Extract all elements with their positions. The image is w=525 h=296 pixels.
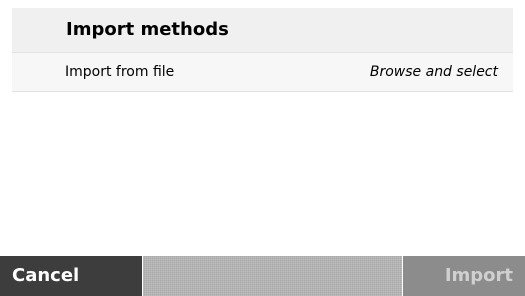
import-button[interactable]: Import xyxy=(402,256,525,296)
section-header: Import methods xyxy=(12,8,513,52)
import-dialog: Import methods Import from file Browse a… xyxy=(0,0,525,296)
section-title: Import methods xyxy=(66,19,229,40)
import-from-file-row[interactable]: Import from file Browse and select xyxy=(12,52,513,92)
bottom-action-bar: Cancel Import xyxy=(0,256,525,296)
cancel-button[interactable]: Cancel xyxy=(0,256,143,296)
browse-and-select-link[interactable]: Browse and select xyxy=(370,63,498,81)
method-label: Import from file xyxy=(65,64,175,80)
